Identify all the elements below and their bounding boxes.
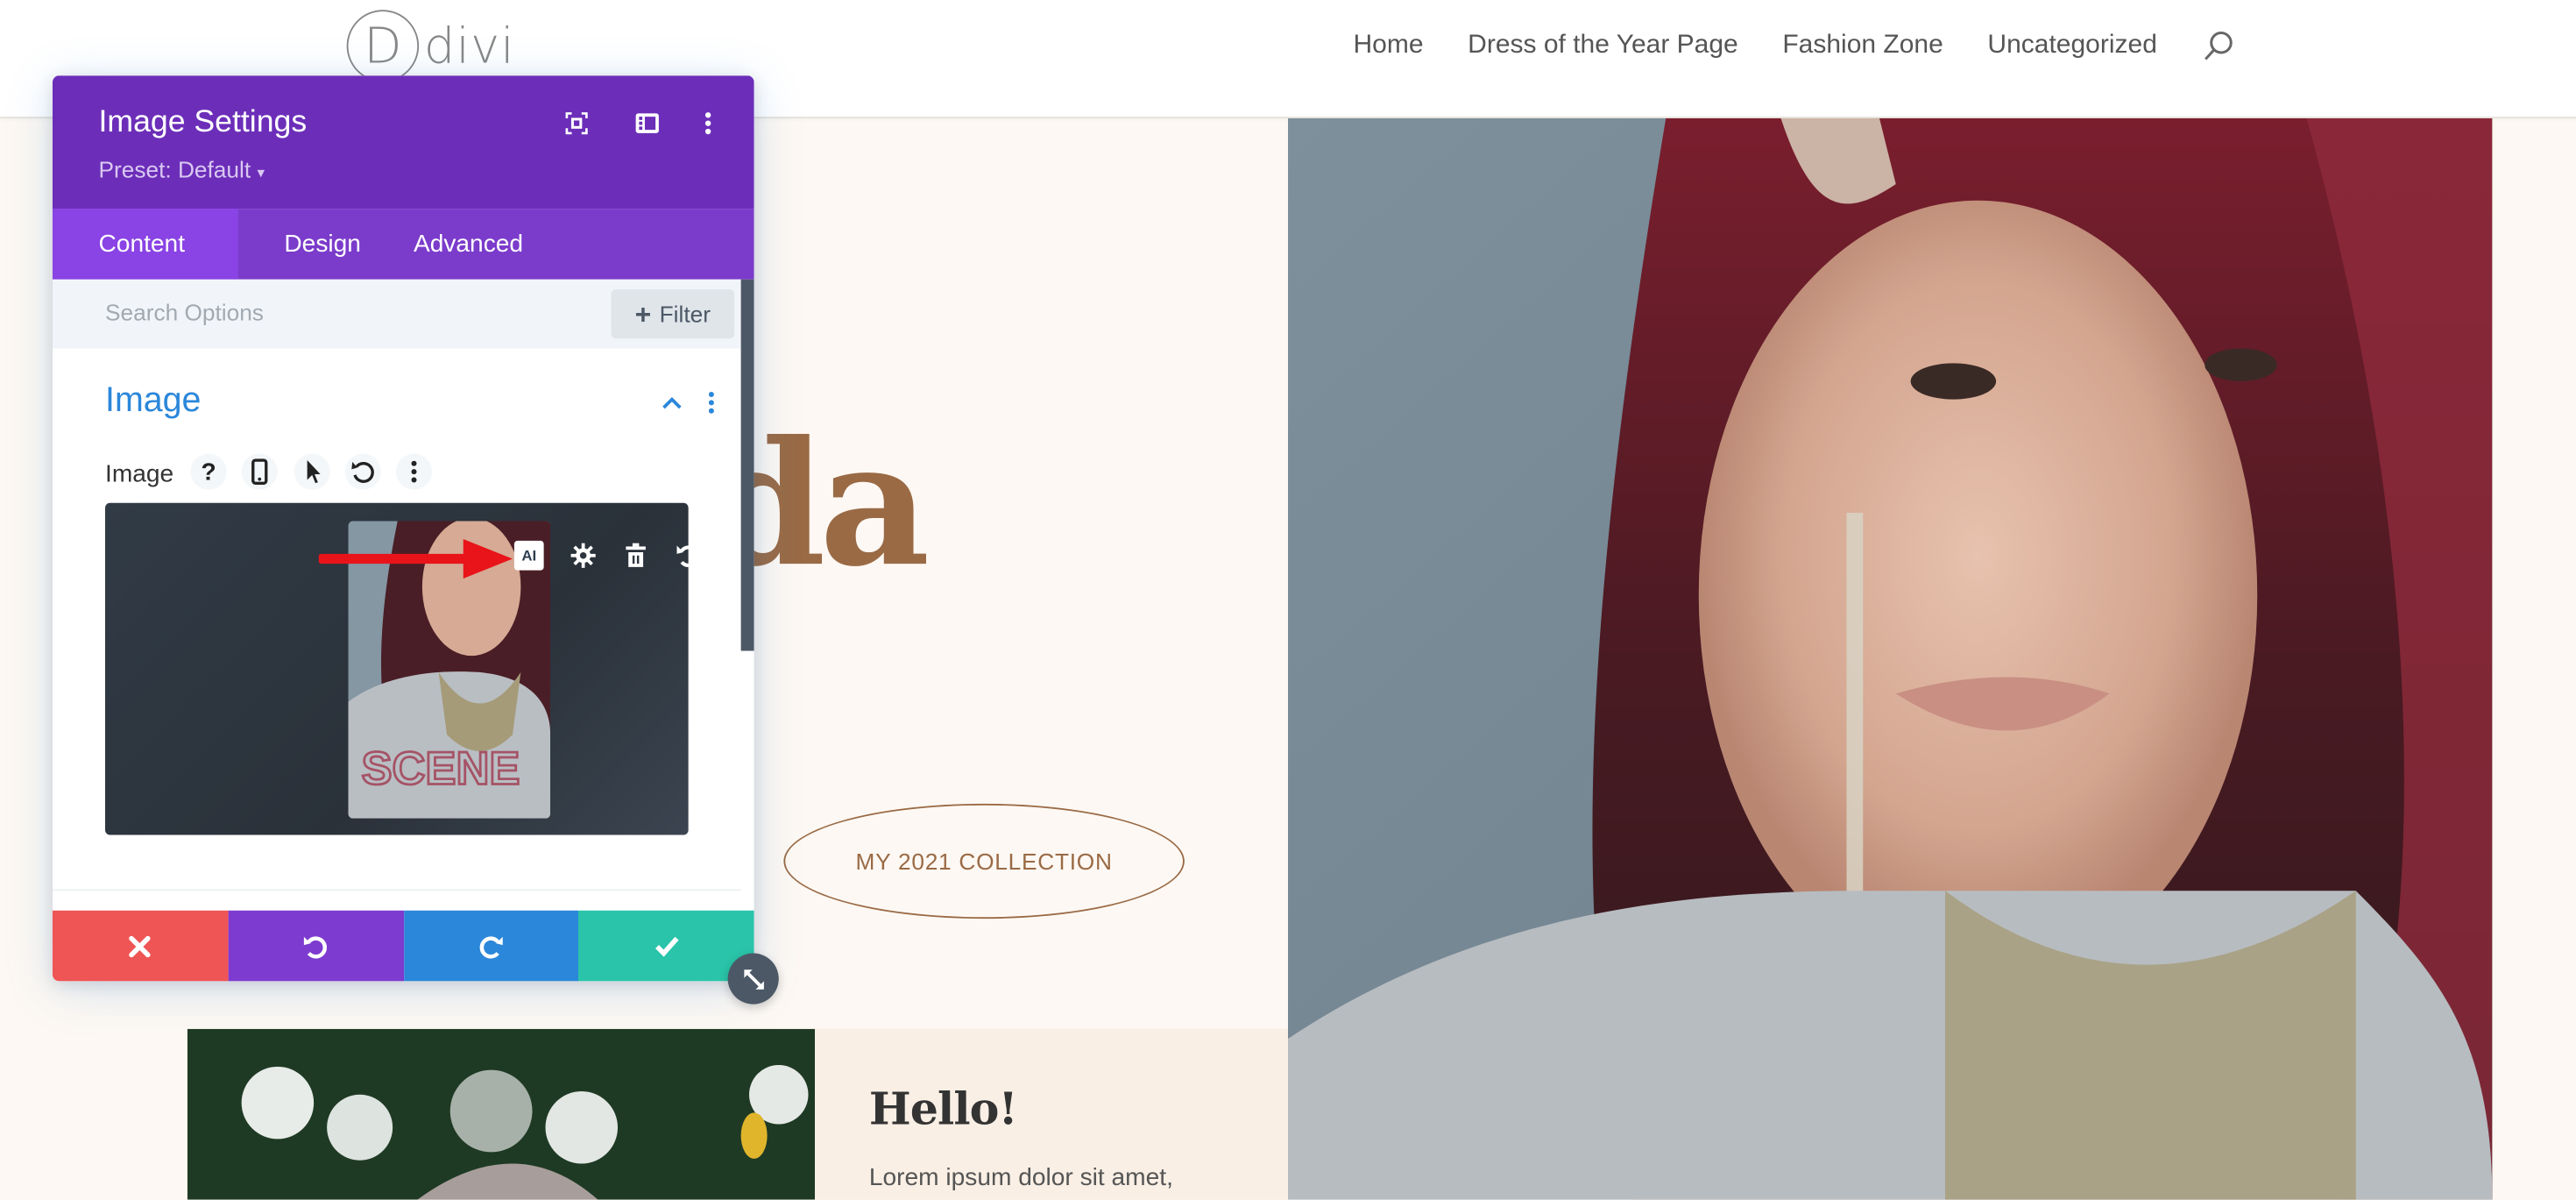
panel-scrollbar[interactable]: [740, 279, 754, 651]
redo-icon: [479, 935, 503, 958]
chevron-up-icon[interactable]: [661, 389, 683, 412]
more-options-icon[interactable]: [693, 109, 723, 138]
filter-button[interactable]: + Filter: [611, 289, 735, 339]
field-more-icon[interactable]: [395, 453, 433, 490]
plus-icon: +: [634, 298, 652, 330]
trash-icon[interactable]: [621, 541, 651, 571]
search-options-bar: + Filter: [53, 279, 741, 349]
hero-portrait-image: [1288, 118, 2493, 1200]
annotation-arrow: [318, 539, 513, 579]
panel-title: Image Settings: [98, 105, 308, 140]
main-nav: Home Dress of the Year Page Fashion Zone…: [1354, 30, 2234, 63]
panel-tabs: Content Design Advanced: [53, 209, 754, 280]
ai-button[interactable]: AI: [513, 540, 544, 571]
nav-home[interactable]: Home: [1354, 32, 1424, 61]
section-more-icon[interactable]: [704, 389, 718, 415]
nav-fashion-zone[interactable]: Fashion Zone: [1782, 32, 1943, 61]
tab-content[interactable]: Content: [53, 209, 238, 280]
gear-icon[interactable]: [569, 541, 598, 571]
undo-icon: [304, 935, 328, 958]
cancel-button[interactable]: [53, 910, 229, 982]
mobile-icon[interactable]: [241, 453, 278, 490]
tab-advanced[interactable]: Advanced: [407, 209, 569, 280]
image-field-label: Image: [105, 460, 174, 488]
undo-button[interactable]: [228, 910, 404, 982]
nav-uncategorized[interactable]: Uncategorized: [1987, 32, 2156, 61]
search-icon[interactable]: [2202, 30, 2235, 63]
save-button[interactable]: [578, 910, 754, 982]
nav-dress-of-the-year[interactable]: Dress of the Year Page: [1468, 32, 1738, 61]
collection-button[interactable]: MY 2021 COLLECTION: [783, 803, 1185, 920]
cursor-hover-icon[interactable]: [294, 453, 330, 490]
image-settings-panel: Image Settings Preset: Default ▾ Content…: [53, 75, 754, 982]
page: D divi Home Dress of the Year Page Fashi…: [0, 0, 2576, 1200]
redo-button[interactable]: [403, 910, 579, 982]
logo-text: divi: [423, 17, 515, 75]
image-section-title[interactable]: Image: [105, 381, 201, 421]
check-icon: [655, 935, 678, 956]
filter-label: Filter: [659, 301, 711, 328]
panel-footer: [53, 910, 754, 982]
sidebar-layout-icon[interactable]: [633, 109, 662, 138]
caret-down-icon: ▾: [257, 164, 265, 181]
resize-icon: [743, 969, 763, 989]
panel-header[interactable]: Image Settings Preset: Default ▾: [53, 75, 754, 209]
close-icon: [129, 934, 152, 957]
undo-image-icon[interactable]: [674, 541, 704, 571]
svg-text:SCENE: SCENE: [362, 742, 520, 794]
about-text: Lorem ipsum dolor sit amet,: [868, 1163, 1173, 1192]
about-title: Hello!: [868, 1084, 1018, 1136]
preset-label: Preset: Default: [98, 156, 251, 183]
image-upload-preview[interactable]: SCENE AI: [105, 502, 700, 835]
preset-dropdown[interactable]: Preset: Default ▾: [99, 156, 265, 182]
logo-mark: D: [346, 10, 420, 82]
search-options-input[interactable]: [105, 299, 565, 326]
section-divider: [53, 889, 741, 891]
flower-portrait-image: [187, 1028, 815, 1200]
focus-mode-icon[interactable]: [562, 109, 591, 138]
panel-resize-handle[interactable]: [727, 953, 779, 1005]
reset-icon[interactable]: [344, 453, 381, 490]
help-icon[interactable]: ?: [190, 453, 227, 490]
site-logo[interactable]: D divi: [346, 10, 515, 82]
tab-design[interactable]: Design: [238, 209, 407, 280]
